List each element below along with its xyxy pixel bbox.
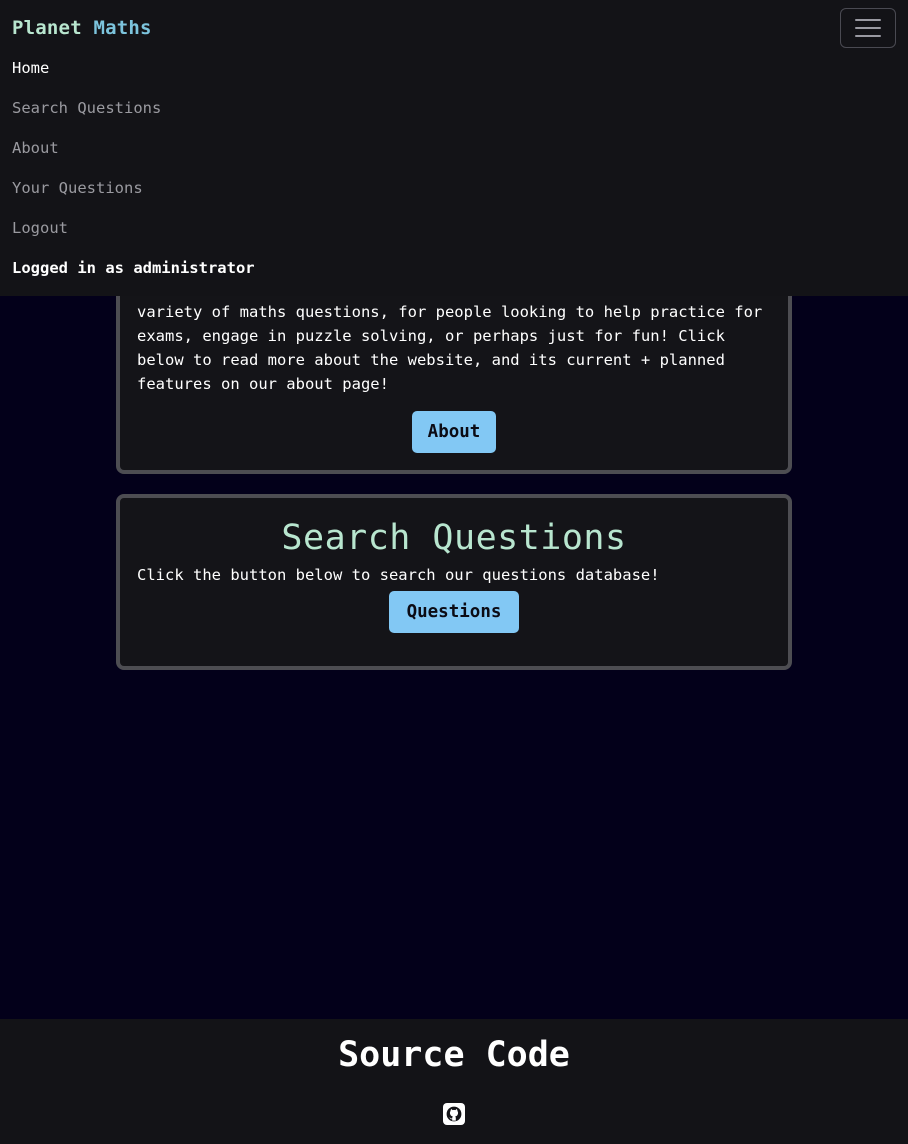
questions-button[interactable]: Questions xyxy=(389,591,519,633)
nav-item-your-questions: Your Questions xyxy=(12,168,255,208)
hamburger-menu-icon xyxy=(855,19,881,21)
nav-link-search-questions[interactable]: Search Questions xyxy=(12,99,161,117)
hamburger-menu-icon-bar xyxy=(855,27,881,29)
search-questions-card: Search Questions Click the button below … xyxy=(116,494,792,670)
navbar-toggler-button[interactable] xyxy=(840,8,896,48)
brand-text-maths: Maths xyxy=(93,17,152,39)
brand-logo[interactable]: Planet Maths xyxy=(12,14,152,42)
github-icon xyxy=(443,1103,465,1125)
nav-link-home[interactable]: Home xyxy=(12,59,49,77)
search-questions-button-row: Questions xyxy=(120,591,788,633)
nav-item-user-status: Logged in as administrator xyxy=(12,248,255,288)
search-questions-card-text: Click the button below to search our que… xyxy=(137,566,660,584)
hamburger-menu-icon-bar xyxy=(855,35,881,37)
user-status-text: Logged in as administrator xyxy=(12,259,255,277)
github-link[interactable] xyxy=(443,1103,465,1125)
nav-menu: Home Search Questions About Your Questio… xyxy=(12,48,255,288)
nav-item-logout: Logout xyxy=(12,208,255,248)
nav-item-home: Home xyxy=(12,48,255,88)
intro-card-text: variety of maths questions, for people l… xyxy=(137,303,763,393)
nav-item-about: About xyxy=(12,128,255,168)
footer-title: Source Code xyxy=(338,1035,570,1075)
search-questions-card-title: Search Questions xyxy=(281,518,627,558)
footer: Source Code xyxy=(0,1019,908,1144)
nav-link-about[interactable]: About xyxy=(12,139,59,157)
about-button[interactable]: About xyxy=(412,411,496,453)
nav-item-search-questions: Search Questions xyxy=(12,88,255,128)
brand-text-planet: Planet xyxy=(12,17,82,39)
navbar: Planet Maths Home Search Questions About… xyxy=(0,0,908,296)
nav-link-logout[interactable]: Logout xyxy=(12,219,68,237)
nav-link-your-questions[interactable]: Your Questions xyxy=(12,179,143,197)
